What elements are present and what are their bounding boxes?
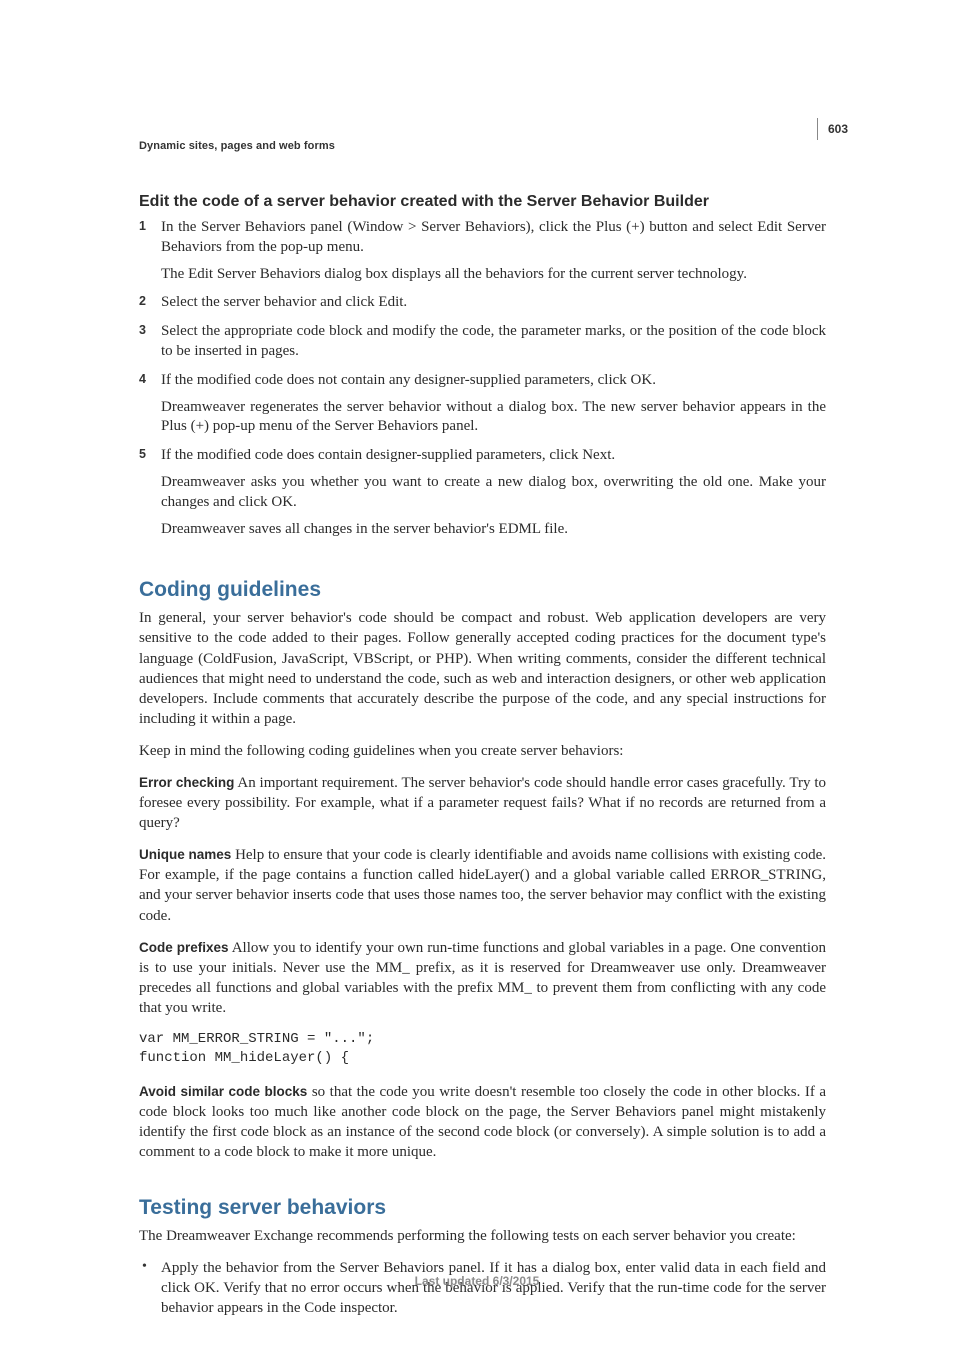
paragraph-code-prefixes: Code prefixes Allow you to identify your… (139, 938, 826, 1018)
paragraph-unique-names: Unique names Help to ensure that your co… (139, 845, 826, 925)
bullet-text: Apply the behavior from the Server Behav… (161, 1260, 826, 1316)
step-1: In the Server Behaviors panel (Window > … (139, 218, 826, 284)
step-subtext: Dreamweaver asks you whether you want to… (161, 473, 826, 513)
page-number: 603 (828, 122, 848, 136)
runin-body: An important requirement. The server beh… (139, 775, 826, 831)
footer-updated: Last updated 6/3/2015 (0, 1274, 954, 1288)
paragraph: The Dreamweaver Exchange recommends perf… (139, 1226, 826, 1246)
runin-label: Avoid similar code blocks (139, 1084, 307, 1099)
heading-edit-code: Edit the code of a server behavior creat… (139, 193, 826, 211)
runin-label: Error checking (139, 775, 234, 790)
runin-label: Unique names (139, 847, 231, 862)
paragraph: Keep in mind the following coding guidel… (139, 741, 826, 761)
paragraph-error-checking: Error checking An important requirement.… (139, 773, 826, 833)
runin-body: Help to ensure that your code is clearly… (139, 847, 826, 923)
bullet-list: Apply the behavior from the Server Behav… (139, 1258, 826, 1318)
page-content: Edit the code of a server behavior creat… (139, 193, 826, 1329)
runin-body: Allow you to identify your own run-time … (139, 940, 826, 1016)
step-2: Select the server behavior and click Edi… (139, 293, 826, 313)
step-text: If the modified code does not contain an… (161, 372, 656, 388)
step-text: Select the appropriate code block and mo… (161, 323, 826, 359)
step-text: If the modified code does contain design… (161, 447, 615, 463)
step-5: If the modified code does contain design… (139, 446, 826, 539)
paragraph-avoid-similar: Avoid similar code blocks so that the co… (139, 1082, 826, 1162)
step-text: Select the server behavior and click Edi… (161, 294, 407, 310)
paragraph: In general, your server behavior's code … (139, 608, 826, 729)
page-number-box: 603 (817, 118, 848, 140)
step-text: In the Server Behaviors panel (Window > … (161, 219, 826, 255)
step-subtext: Dreamweaver saves all changes in the ser… (161, 520, 826, 540)
steps-list: In the Server Behaviors panel (Window > … (139, 218, 826, 539)
breadcrumb: Dynamic sites, pages and web forms (139, 140, 335, 152)
heading-testing: Testing server behaviors (139, 1196, 826, 1220)
heading-coding-guidelines: Coding guidelines (139, 578, 826, 602)
step-4: If the modified code does not contain an… (139, 371, 826, 437)
step-subtext: The Edit Server Behaviors dialog box dis… (161, 265, 826, 285)
list-item: Apply the behavior from the Server Behav… (139, 1258, 826, 1318)
runin-label: Code prefixes (139, 940, 229, 955)
step-subtext: Dreamweaver regenerates the server behav… (161, 398, 826, 438)
step-3: Select the appropriate code block and mo… (139, 322, 826, 362)
code-block: var MM_ERROR_STRING = "..."; function MM… (139, 1030, 826, 1068)
